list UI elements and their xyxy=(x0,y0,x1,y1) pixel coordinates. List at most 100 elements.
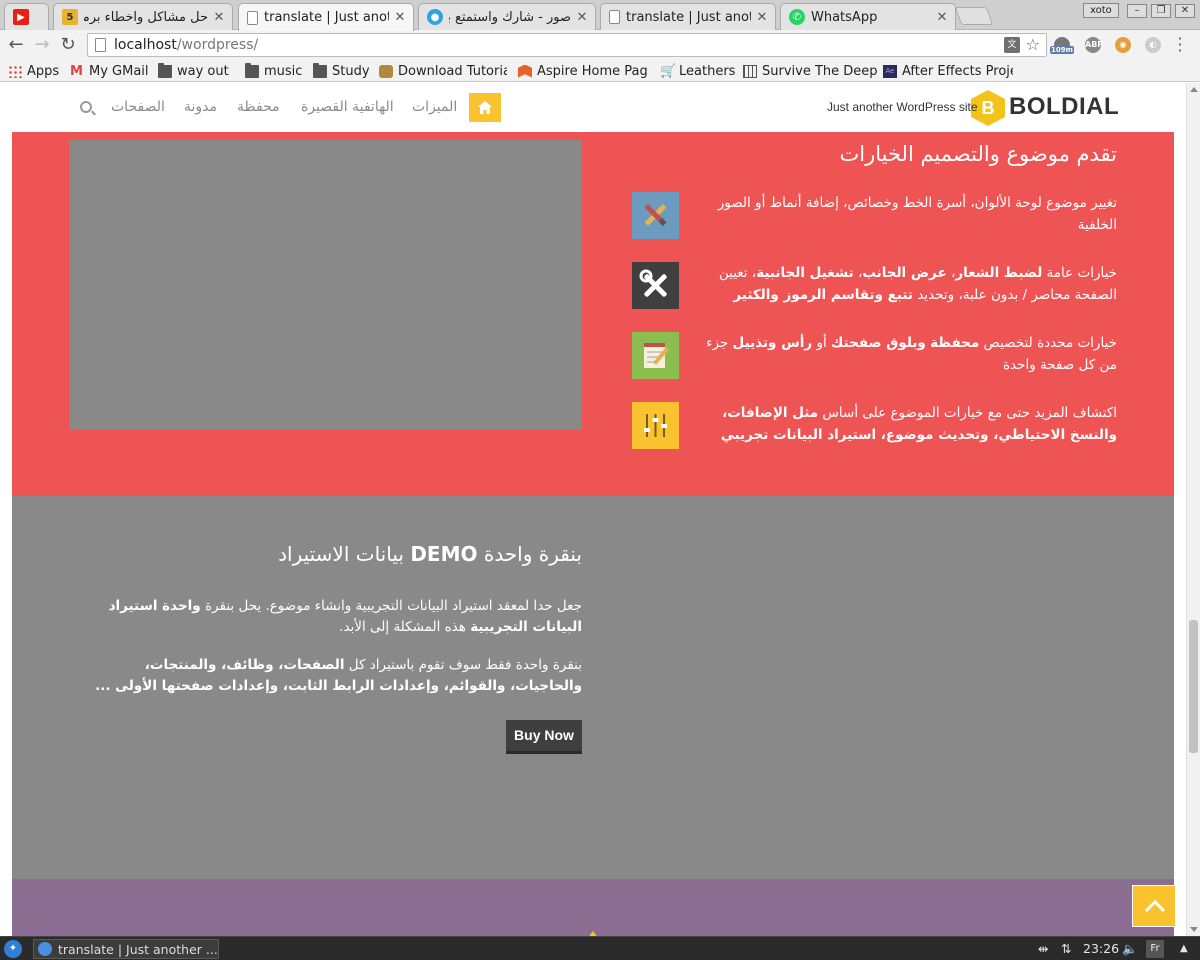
extension-swirl-icon[interactable]: ◐ xyxy=(1145,37,1161,53)
tab-title: WhatsApp xyxy=(811,9,878,25)
whatsapp-icon: ✆ xyxy=(789,9,805,25)
menu-item-shortcodes[interactable]: الهاتفية القصيرة xyxy=(301,99,394,115)
bookmark-aspire-home[interactable]: Aspire Home Page xyxy=(518,62,648,80)
page-scrollbar[interactable] xyxy=(1186,83,1200,936)
demo-paragraph-1: جعل حدا لمعقد استيراد البيانات التجريبية… xyxy=(108,598,582,635)
transfer-icon[interactable]: ⇅ xyxy=(1061,940,1071,958)
feature-text: تغيير موضوع لوحة الألوان، أسرة الخط وخصا… xyxy=(717,195,1117,233)
demo-paragraph-2: بنقرة واحدة فقط سوف تقوم باستيراد كل الص… xyxy=(95,657,582,694)
maximize-button[interactable]: ❐ xyxy=(1151,4,1171,18)
page-icon xyxy=(95,38,106,52)
bookmark-folder-music[interactable]: music xyxy=(245,62,302,80)
magento-icon xyxy=(518,64,532,78)
feature-text: اكتشاف المزيد حتى مع خيارات الموضوع على … xyxy=(720,405,1117,443)
bookmark-folder-study[interactable]: Study xyxy=(313,62,370,80)
browser-tab-strip: ▶ 5 حل مشاكل واخطاء برمج ✕ translate | J… xyxy=(0,0,1200,31)
browser-tab-photos[interactable]: ● صور - شارك واستمتع بأ ✕ xyxy=(418,3,596,30)
extension-cookie-icon[interactable]: ◉ xyxy=(1115,37,1131,53)
bookmark-folder-way-out[interactable]: way out xyxy=(158,62,229,80)
browser-tab-youtube[interactable]: ▶ xyxy=(4,3,49,30)
site-tagline: Just another WordPress site xyxy=(827,100,978,114)
os-taskbar: ✦ translate | Just another ... ⇹ ⇅ 23:26… xyxy=(0,936,1200,960)
badge-icon xyxy=(379,64,393,78)
volume-icon[interactable]: 🔈 xyxy=(1122,940,1138,958)
video-placeholder[interactable] xyxy=(69,140,582,430)
close-icon[interactable]: ✕ xyxy=(575,10,589,25)
start-menu-icon[interactable]: ✦ xyxy=(4,940,22,958)
close-icon[interactable]: ✕ xyxy=(935,10,949,25)
photos-icon: ● xyxy=(427,9,443,25)
browser-tab-whatsapp[interactable]: ✆ WhatsApp ✕ xyxy=(780,3,956,30)
bookmark-after-effects[interactable]: Ae After Effects Proje xyxy=(883,62,1013,80)
bookmark-apps[interactable]: Apps xyxy=(8,62,59,80)
reload-button[interactable]: ↻ xyxy=(57,34,79,56)
feature-text: خيارات محددة لتخصيص محفظة وبلوق صفحتك أو… xyxy=(706,335,1117,373)
browser-tab-arabic-errors[interactable]: 5 حل مشاكل واخطاء برمج ✕ xyxy=(53,3,233,30)
browser-tab-translate[interactable]: translate | Just anoth ✕ xyxy=(600,3,776,30)
menu-item-blog[interactable]: مدونة xyxy=(184,99,217,115)
forward-button[interactable]: → xyxy=(31,34,53,56)
tab-title: حل مشاكل واخطاء برمج xyxy=(84,9,208,25)
browser-menu-icon[interactable]: · · · xyxy=(1176,31,1184,59)
close-icon[interactable]: ✕ xyxy=(393,10,407,25)
bookmark-gmail[interactable]: M My GMail xyxy=(70,62,149,80)
close-icon[interactable]: ✕ xyxy=(212,10,226,25)
window-user-label: xoto xyxy=(1083,3,1119,18)
bookmark-star-icon[interactable]: ☆ xyxy=(1026,35,1040,54)
address-bar[interactable]: localhost/wordpress/ 文 ☆ xyxy=(87,33,1047,57)
buy-now-button[interactable]: Buy Now xyxy=(506,720,582,754)
next-section xyxy=(12,879,1174,936)
home-menu-button[interactable] xyxy=(469,93,501,122)
minimize-button[interactable]: – xyxy=(1127,4,1147,18)
taskbar-window-button[interactable]: translate | Just another ... xyxy=(33,939,219,959)
notepad-icon xyxy=(632,332,679,379)
cart-icon: 🛒 xyxy=(660,63,677,79)
close-icon[interactable]: ✕ xyxy=(755,10,769,25)
tab-title: translate | Just anoth xyxy=(626,9,751,25)
bookmark-leathers[interactable]: 🛒 Leathers xyxy=(660,62,735,80)
adblock-icon[interactable]: ABP xyxy=(1085,37,1103,53)
scroll-up-icon[interactable] xyxy=(1190,87,1198,92)
clock[interactable]: 23:26 xyxy=(1083,940,1119,958)
extension-timer-icon[interactable]: 109m xyxy=(1050,37,1074,54)
tab-title: translate | Just anoth xyxy=(264,10,389,25)
menu-item-portfolio[interactable]: محفظة xyxy=(237,99,280,115)
menu-item-features[interactable]: الميزات xyxy=(412,99,457,115)
scroll-down-icon[interactable] xyxy=(1190,927,1198,932)
brush-pencil-icon xyxy=(632,192,679,239)
bookmark-survive-the-deep[interactable]: Survive The Deep xyxy=(743,62,878,80)
page-icon xyxy=(247,10,258,25)
bookmark-download-tutorial[interactable]: Download Tutorial xyxy=(379,62,507,80)
tools-icon xyxy=(632,262,679,309)
url-text: localhost/wordpress/ xyxy=(114,37,259,53)
demo-import-section: بنقرة واحدة DEMO بيانات الاستيراد جعل حد… xyxy=(12,496,1174,879)
translate-icon[interactable]: 文 xyxy=(1004,37,1020,53)
folder-icon xyxy=(313,62,327,78)
network-icon[interactable]: ⇹ xyxy=(1038,940,1048,958)
site-header: B BOLDIAL Just another WordPress site ال… xyxy=(12,83,1174,132)
youtube-icon: ▶ xyxy=(13,9,29,25)
new-tab-button[interactable] xyxy=(954,7,994,25)
home-icon xyxy=(478,101,492,114)
logo-text[interactable]: BOLDIAL xyxy=(1009,93,1119,121)
sliders-icon xyxy=(632,402,679,449)
theme-options-section: تقدم موضوع والتصميم الخيارات تغيير موضوع… xyxy=(12,132,1174,496)
folder-icon xyxy=(245,62,259,78)
gmail-icon: M xyxy=(70,63,83,79)
browser-tab-translate-active[interactable]: translate | Just anoth ✕ xyxy=(238,3,414,31)
grid-icon xyxy=(743,64,757,78)
tab-title: صور - شارك واستمتع بأ xyxy=(449,9,571,25)
bookmarks-bar: Apps M My GMail way out music Study Down… xyxy=(0,60,1200,82)
window-close-button[interactable]: ✕ xyxy=(1175,4,1195,18)
search-icon[interactable] xyxy=(80,101,92,113)
browser-toolbar: ← → ↻ localhost/wordpress/ 文 ☆ 109m ABP … xyxy=(0,30,1200,60)
tray-arrow-icon[interactable]: ▲ xyxy=(1180,940,1188,958)
menu-item-pages[interactable]: الصفحات xyxy=(111,99,165,115)
chevron-up-icon xyxy=(1144,899,1166,913)
back-button[interactable]: ← xyxy=(5,34,27,56)
number-5-icon: 5 xyxy=(62,9,78,25)
scrollbar-thumb[interactable] xyxy=(1189,620,1198,753)
apps-grid-icon xyxy=(8,64,22,78)
keyboard-layout[interactable]: Fr xyxy=(1146,940,1164,958)
scroll-to-top-button[interactable] xyxy=(1132,885,1176,927)
